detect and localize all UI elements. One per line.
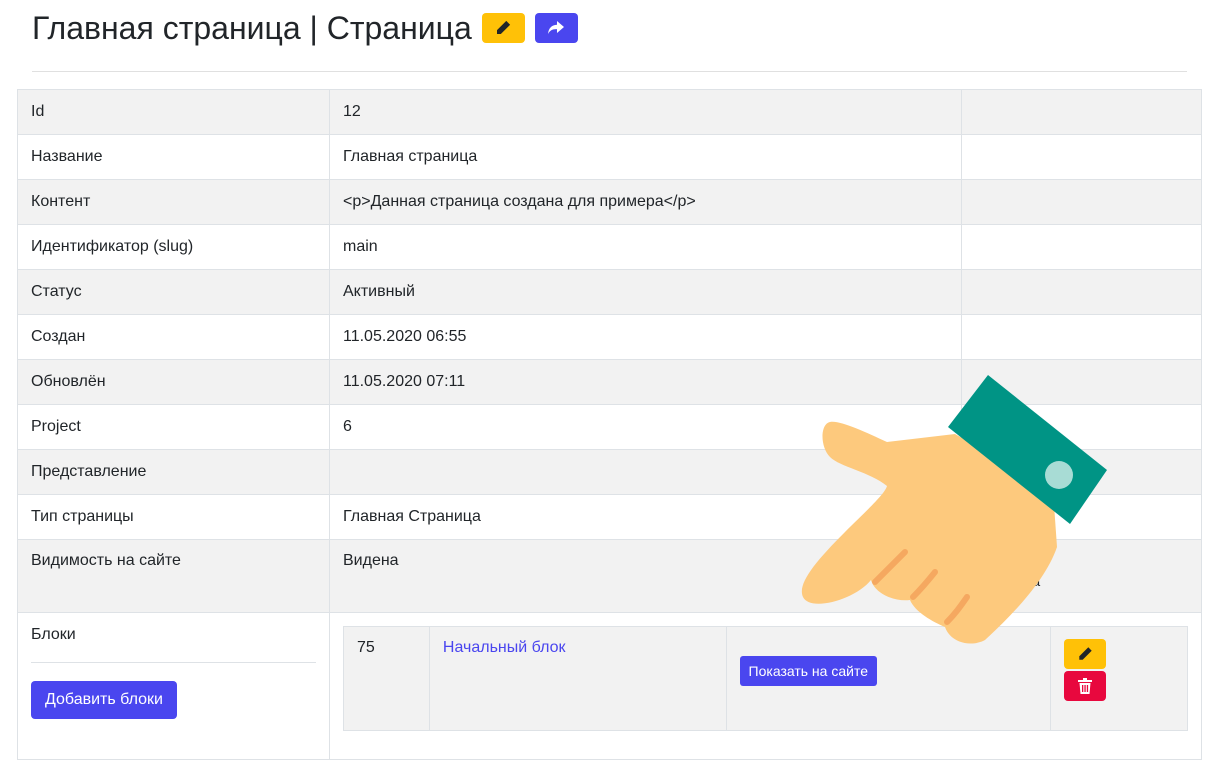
row-label: Контент (17, 179, 330, 225)
add-blocks-button[interactable]: Добавить блоки (31, 681, 177, 719)
open-page-button[interactable] (534, 13, 578, 43)
table-row: Название Главная страница (17, 134, 1202, 180)
row-label: Обновлён (17, 359, 330, 405)
share-arrow-icon (548, 21, 565, 34)
page-header: Главная страница | Страница (32, 8, 578, 48)
page-title: Главная страница | Страница (32, 10, 472, 46)
table-row: Id 12 (17, 89, 1202, 135)
block-name-link[interactable]: Начальный блок (443, 639, 566, 656)
row-extra (961, 224, 1202, 270)
header-divider (32, 71, 1187, 72)
row-extra (961, 179, 1202, 225)
pencil-icon (497, 20, 511, 34)
row-label: Представление (17, 449, 330, 495)
row-extra (961, 89, 1202, 135)
blocks-cell: Блоки Добавить блоки (17, 612, 330, 760)
delete-block-button[interactable] (1064, 671, 1107, 701)
pencil-icon (1079, 647, 1092, 660)
row-label: Статус (17, 269, 330, 315)
table-row: Идентификатор (slug) main (17, 224, 1202, 270)
show-on-site-button[interactable]: Показать на сайте (739, 656, 877, 686)
row-value: Главная страница (329, 134, 962, 180)
trash-icon (1078, 678, 1093, 694)
table-row: Создан 11.05.2020 06:55 (17, 314, 1202, 360)
blocks-label: Блоки (31, 626, 76, 643)
pointing-hand-illustration (801, 375, 1107, 644)
table-row: Контент <p>Данная страница создана для п… (17, 179, 1202, 225)
row-value: 12 (329, 89, 962, 135)
row-label: Project (17, 404, 330, 450)
row-extra (961, 314, 1202, 360)
row-label: Название (17, 134, 330, 180)
row-label: Id (17, 89, 330, 135)
row-label: Идентификатор (slug) (17, 224, 330, 270)
row-label: Видимость на сайте (17, 539, 330, 613)
row-value: 11.05.2020 06:55 (329, 314, 962, 360)
row-label: Создан (17, 314, 330, 360)
row-extra (961, 134, 1202, 180)
row-value: main (329, 224, 962, 270)
row-value: Активный (329, 269, 962, 315)
row-label: Тип страницы (17, 494, 330, 540)
blocks-divider (31, 662, 316, 663)
table-row: Статус Активный (17, 269, 1202, 315)
block-name-cell: Начальный блок (428, 626, 727, 731)
block-id: 75 (343, 626, 430, 731)
row-extra (961, 269, 1202, 315)
edit-page-button[interactable] (481, 13, 525, 43)
row-value: <p>Данная страница создана для примера</… (329, 179, 962, 225)
